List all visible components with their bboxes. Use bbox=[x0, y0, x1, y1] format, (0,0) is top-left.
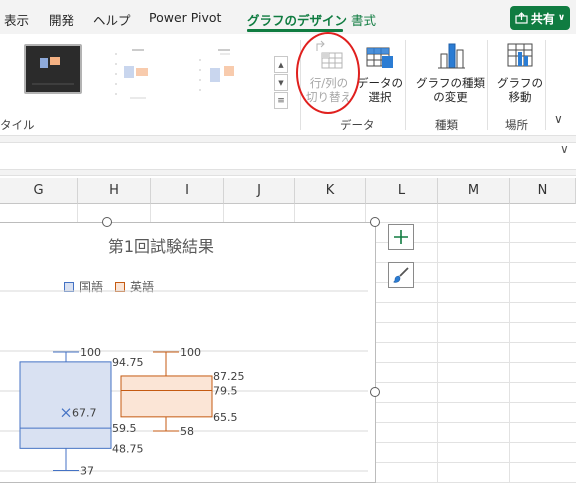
data-label-max-kokugo: 100 bbox=[80, 346, 101, 359]
data-label-q1-kokugo: 48.75 bbox=[112, 442, 144, 455]
tab-power-pivot[interactable]: Power Pivot bbox=[149, 10, 221, 25]
plus-icon bbox=[394, 230, 408, 244]
move-chart-label-2: 移動 bbox=[508, 90, 532, 104]
ribbon-separator bbox=[300, 40, 301, 130]
column-header-h[interactable]: H bbox=[78, 178, 151, 204]
box-plot-chart[interactable]: 第1回試験結果 国語 英語 67.7 100 94.75 59.5 48.75 37 100… bbox=[0, 222, 376, 483]
plot-area: 67.7 100 94.75 59.5 48.75 37 100 87.25 79.5 65.5 5… bbox=[0, 290, 368, 477]
switch-row-column-label-2: 切り替え bbox=[306, 90, 352, 104]
chart-style-thumbnail-3[interactable] bbox=[196, 44, 254, 94]
change-chart-type-label-1: グラフの種類 bbox=[416, 76, 485, 90]
expand-formula-bar-icon[interactable]: ∨ bbox=[560, 142, 569, 156]
box-kokugo bbox=[19, 361, 112, 449]
data-label-q1-eigo: 65.5 bbox=[213, 411, 238, 424]
column-header-n[interactable]: N bbox=[510, 178, 576, 204]
ribbon-tab-bar: 表示 開発 ヘルプ Power Pivot グラフのデザイン 書式 共有 ∨ bbox=[0, 0, 576, 34]
share-icon bbox=[515, 12, 528, 24]
collapse-ribbon-icon[interactable]: ∨ bbox=[554, 112, 563, 126]
ribbon-separator bbox=[545, 40, 546, 130]
column-header-j[interactable]: J bbox=[224, 178, 295, 204]
data-label-median-eigo: 79.5 bbox=[213, 385, 238, 398]
share-button[interactable]: 共有 ∨ bbox=[510, 6, 570, 30]
box-eigo bbox=[120, 375, 213, 418]
location-group-label: 場所 bbox=[505, 118, 528, 132]
ribbon-separator bbox=[487, 40, 488, 130]
column-header-k[interactable]: K bbox=[295, 178, 366, 204]
tab-chart-design[interactable]: グラフのデザイン bbox=[247, 10, 347, 29]
select-data-label-1: データの bbox=[357, 76, 403, 90]
select-data-icon bbox=[366, 47, 393, 68]
data-group-label: データ bbox=[340, 118, 375, 132]
select-data-label-2: 選択 bbox=[368, 90, 392, 104]
tab-developer[interactable]: 開発 bbox=[49, 10, 74, 29]
chart-style-thumbnail-1[interactable] bbox=[24, 44, 82, 94]
change-chart-type-label-2: の変更 bbox=[433, 90, 468, 104]
move-chart-button[interactable]: グラフの 移動 bbox=[497, 40, 543, 104]
move-chart-label-1: グラフの bbox=[497, 76, 543, 90]
data-label-max-eigo: 100 bbox=[180, 346, 201, 359]
tab-view[interactable]: 表示 bbox=[4, 10, 29, 29]
share-label: 共有 bbox=[530, 11, 555, 26]
chart-styles-group-label: タイル bbox=[0, 118, 35, 132]
column-header-i[interactable]: I bbox=[151, 178, 224, 204]
chart-elements-button[interactable] bbox=[388, 224, 414, 250]
change-chart-type-button[interactable]: グラフの種類 の変更 bbox=[416, 40, 485, 104]
data-label-min-eigo: 58 bbox=[180, 425, 194, 438]
gallery-scroll: ▲ ▼ ≡ bbox=[274, 56, 288, 110]
type-group-label: 種類 bbox=[435, 118, 458, 132]
gallery-more-button[interactable]: ≡ bbox=[274, 92, 288, 109]
chart-style-thumbnail-2[interactable] bbox=[110, 44, 168, 99]
column-header-l[interactable]: L bbox=[366, 178, 438, 204]
switch-row-column-button[interactable]: 行/列の 切り替え bbox=[306, 40, 352, 104]
paintbrush-icon bbox=[393, 267, 409, 283]
data-label-median-kokugo: 59.5 bbox=[112, 422, 137, 435]
data-label-q3-eigo: 87.25 bbox=[213, 370, 245, 383]
resize-handle-right[interactable] bbox=[370, 387, 380, 397]
data-label-mean-kokugo: 67.7 bbox=[72, 407, 97, 420]
gallery-scroll-up-button[interactable]: ▲ bbox=[274, 56, 288, 73]
column-header-g[interactable]: G bbox=[0, 178, 78, 204]
gallery-scroll-down-button[interactable]: ▼ bbox=[274, 74, 288, 91]
data-label-q3-kokugo: 94.75 bbox=[112, 356, 144, 369]
formula-bar: ∨ bbox=[0, 136, 576, 176]
active-tab-indicator bbox=[247, 29, 343, 32]
chevron-down-icon: ∨ bbox=[557, 13, 566, 23]
select-data-button[interactable]: データの 選択 bbox=[357, 40, 403, 104]
formula-input[interactable] bbox=[0, 142, 576, 170]
tab-format[interactable]: 書式 bbox=[351, 10, 376, 29]
bar-chart-icon bbox=[437, 43, 465, 69]
switch-row-column-icon bbox=[316, 40, 343, 69]
ribbon: ▲ ▼ ≡ タイル 行/列の 切り替え データの 選択 データ グラフの種類 の… bbox=[0, 34, 576, 136]
chart-styles-gallery: ▲ ▼ ≡ bbox=[0, 40, 288, 109]
ribbon-separator bbox=[405, 40, 406, 130]
tab-help[interactable]: ヘルプ bbox=[93, 10, 131, 29]
chart-styles-button[interactable] bbox=[388, 262, 414, 288]
switch-row-column-label-1: 行/列の bbox=[309, 76, 349, 90]
resize-handle-top-right[interactable] bbox=[370, 217, 380, 227]
resize-handle-top[interactable] bbox=[102, 217, 112, 227]
data-label-min-kokugo: 37 bbox=[80, 464, 94, 477]
move-chart-icon bbox=[507, 43, 533, 67]
column-header-m[interactable]: M bbox=[438, 178, 510, 204]
